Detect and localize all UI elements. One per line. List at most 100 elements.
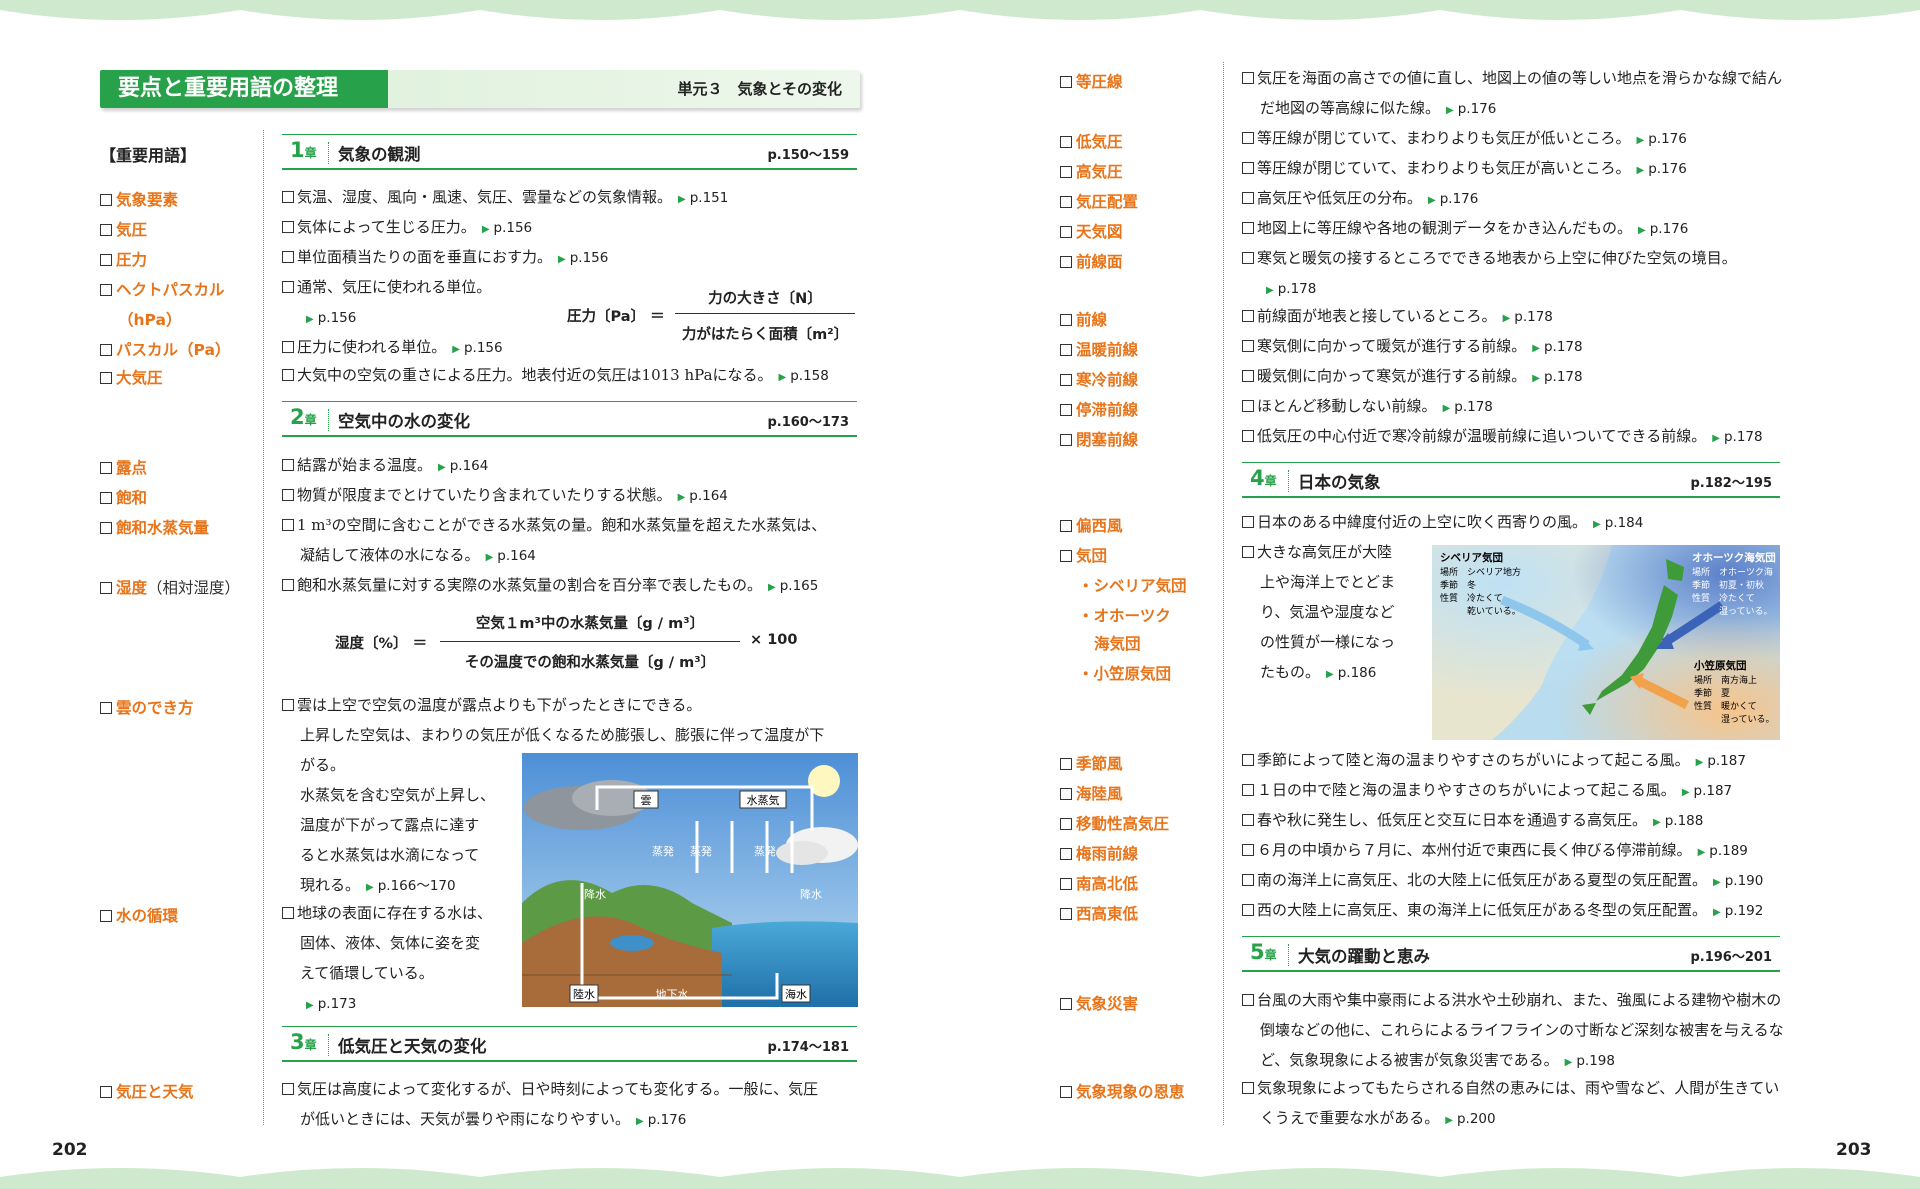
definition-line: p.178	[1260, 278, 1316, 301]
checkbox[interactable]	[100, 462, 112, 474]
checkbox[interactable]	[282, 369, 294, 381]
checkbox[interactable]	[1242, 784, 1254, 796]
checkbox[interactable]	[1242, 430, 1254, 442]
checkbox[interactable]	[1060, 908, 1072, 920]
checkbox[interactable]	[100, 522, 112, 534]
checkbox[interactable]	[1242, 222, 1254, 234]
definition-line: 日本のある中緯度付近の上空に吹く西寄りの風。 p.184	[1242, 512, 1643, 535]
definition-line: 暖気側に向かって寒気が進行する前線。 p.178	[1242, 366, 1583, 389]
term-item: 飽和水蒸気量	[100, 516, 209, 538]
term-item: ・オホーツク	[1078, 604, 1171, 626]
definition-line: 通常、気圧に使われる単位。	[282, 277, 491, 297]
definition-line: たもの。 p.186	[1260, 662, 1376, 685]
term-label: ヘクトパスカル	[116, 281, 225, 299]
checkbox[interactable]	[1242, 546, 1254, 558]
checkbox[interactable]	[1060, 404, 1072, 416]
checkbox[interactable]	[1060, 256, 1072, 268]
chapter-pages: p.174〜181	[767, 1040, 849, 1055]
checkbox[interactable]	[1060, 550, 1072, 562]
checkbox[interactable]	[1242, 1082, 1254, 1094]
checkbox[interactable]	[1060, 76, 1072, 88]
checkbox[interactable]	[1242, 370, 1254, 382]
checkbox[interactable]	[1060, 848, 1072, 860]
checkbox[interactable]	[100, 702, 112, 714]
checkbox[interactable]	[1060, 878, 1072, 890]
checkbox[interactable]	[1060, 226, 1072, 238]
checkbox[interactable]	[282, 341, 294, 353]
checkbox[interactable]	[282, 191, 294, 203]
checkbox[interactable]	[100, 284, 112, 296]
checkbox[interactable]	[100, 344, 112, 356]
checkbox[interactable]	[1060, 314, 1072, 326]
checkbox[interactable]	[282, 459, 294, 471]
checkbox[interactable]	[282, 489, 294, 501]
column-divider	[263, 130, 264, 1125]
checkbox[interactable]	[100, 1086, 112, 1098]
checkbox[interactable]	[1060, 374, 1072, 386]
chapter-4-header: 4章 日本の気象 p.182〜195	[1242, 462, 1780, 498]
checkbox[interactable]	[100, 492, 112, 504]
term-label: 季節風	[1076, 755, 1123, 773]
label-evap-1: 蒸発	[652, 844, 674, 858]
checkbox[interactable]	[1242, 754, 1254, 766]
checkbox[interactable]	[1060, 818, 1072, 830]
checkbox[interactable]	[100, 582, 112, 594]
term-label: ・オホーツク	[1078, 607, 1171, 625]
checkbox[interactable]	[100, 194, 112, 206]
checkbox[interactable]	[100, 910, 112, 922]
definition-line: 上昇した空気は、まわりの気圧が低くなるため膨張し、膨張に伴って温度が下	[300, 725, 824, 745]
definition-text: 温度が下がって露点に達す	[300, 816, 480, 834]
definition-text: 季節によって陸と海の温まりやすさのちがいによって起こる風。	[1257, 751, 1690, 769]
checkbox[interactable]	[1242, 874, 1254, 886]
checkbox[interactable]	[282, 907, 294, 919]
checkbox[interactable]	[100, 224, 112, 236]
checkbox[interactable]	[1242, 162, 1254, 174]
banner-title: 要点と重要用語の整理	[100, 70, 388, 108]
term-note: （相対湿度）	[147, 579, 241, 597]
checkbox[interactable]	[282, 1083, 294, 1095]
checkbox[interactable]	[1060, 520, 1072, 532]
term-item: 閉塞前線	[1060, 428, 1138, 450]
checkbox[interactable]	[282, 221, 294, 233]
checkbox[interactable]	[1060, 166, 1072, 178]
checkbox[interactable]	[1060, 998, 1072, 1010]
checkbox[interactable]	[282, 281, 294, 293]
chapter-number: 4章	[1250, 466, 1277, 490]
siberia-property-2: 乾いている。	[1467, 605, 1521, 617]
definition-line: ほとんど移動しない前線。 p.178	[1242, 396, 1493, 419]
checkbox[interactable]	[1060, 1086, 1072, 1098]
definition-text: 日本のある中緯度付近の上空に吹く西寄りの風。	[1257, 513, 1588, 531]
checkbox[interactable]	[1060, 136, 1072, 148]
checkbox[interactable]	[1242, 400, 1254, 412]
column-divider	[1223, 62, 1224, 1125]
checkbox[interactable]	[1060, 344, 1072, 356]
checkbox[interactable]	[282, 519, 294, 531]
checkbox[interactable]	[1242, 310, 1254, 322]
checkbox[interactable]	[282, 251, 294, 263]
checkbox[interactable]	[1242, 814, 1254, 826]
checkbox[interactable]	[1242, 72, 1254, 84]
checkbox[interactable]	[100, 372, 112, 384]
definition-line: 台風の大雨や集中豪雨による洪水や土砂崩れ、また、強風による建物や樹木の	[1242, 990, 1781, 1010]
checkbox[interactable]	[1060, 788, 1072, 800]
checkbox[interactable]	[282, 699, 294, 711]
checkbox[interactable]	[1242, 340, 1254, 352]
checkbox[interactable]	[1242, 132, 1254, 144]
definition-line: 等圧線が閉じていて、まわりよりも気圧が低いところ。 p.176	[1242, 128, 1687, 151]
checkbox[interactable]	[282, 579, 294, 591]
checkbox[interactable]	[100, 254, 112, 266]
checkbox[interactable]	[1242, 252, 1254, 264]
term-item: 南高北低	[1060, 872, 1138, 894]
checkbox[interactable]	[1242, 844, 1254, 856]
term-item: 低気圧	[1060, 130, 1123, 152]
checkbox[interactable]	[1242, 516, 1254, 528]
checkbox[interactable]	[1060, 196, 1072, 208]
chapter-5-header: 5章 大気の躍動と恵み p.196〜201	[1242, 936, 1780, 972]
checkbox[interactable]	[1060, 758, 1072, 770]
checkbox[interactable]	[1242, 904, 1254, 916]
definition-text: の性質が一様になっ	[1260, 633, 1396, 651]
page-reference: p.173	[306, 996, 356, 1012]
checkbox[interactable]	[1242, 192, 1254, 204]
checkbox[interactable]	[1060, 434, 1072, 446]
checkbox[interactable]	[1242, 994, 1254, 1006]
